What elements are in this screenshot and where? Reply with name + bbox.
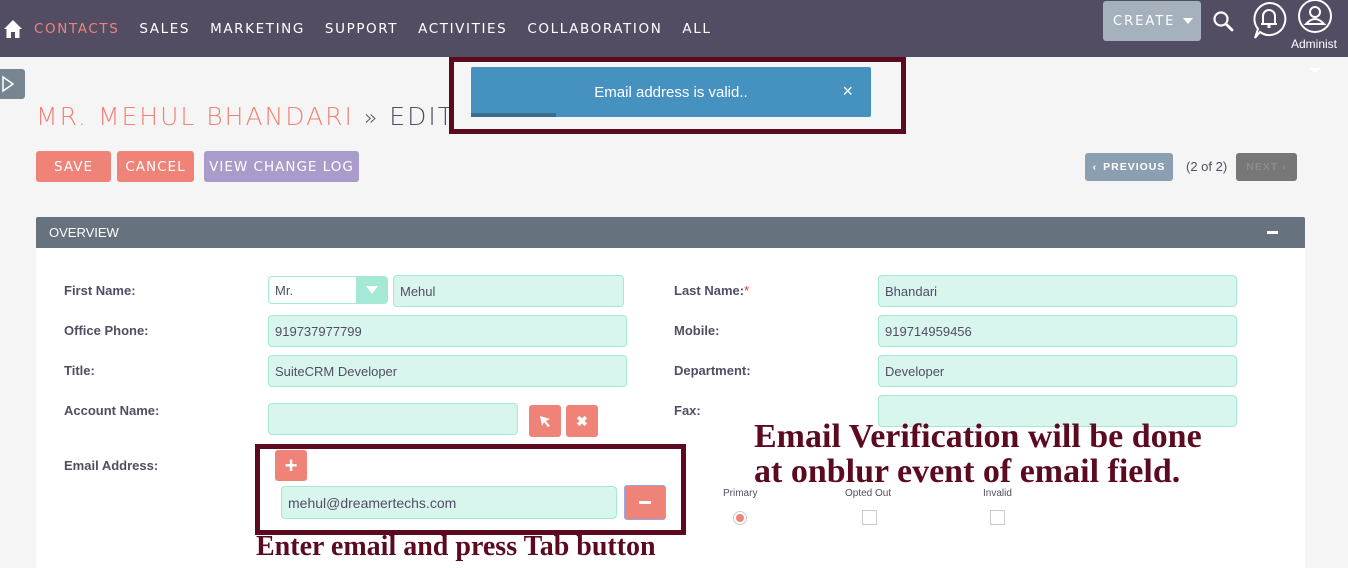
previous-label: PREVIOUS	[1103, 161, 1166, 173]
salutation-select[interactable]: Mr.	[268, 276, 388, 304]
department-value: Developer	[885, 363, 945, 379]
next-label: NEXT	[1246, 161, 1279, 173]
mobile-value: 919714959456	[885, 323, 972, 339]
first-name-input[interactable]: Mehul	[393, 275, 624, 307]
user-icon[interactable]	[1297, 0, 1333, 34]
title-value: SuiteCRM Developer	[275, 363, 398, 379]
account-name-label: Account Name:	[64, 403, 160, 418]
email-highlight-box	[255, 444, 686, 535]
last-name-input[interactable]: Bhandari	[878, 275, 1237, 307]
mobile-input[interactable]: 919714959456	[878, 315, 1237, 347]
cancel-button[interactable]: CANCEL	[117, 151, 194, 182]
title-input[interactable]: SuiteCRM Developer	[268, 355, 627, 387]
office-phone-label: Office Phone:	[64, 323, 149, 338]
primary-label: Primary	[723, 488, 758, 499]
save-button[interactable]: SAVE	[36, 151, 111, 182]
nav-all[interactable]: ALL	[682, 21, 711, 37]
search-icon[interactable]	[1212, 9, 1236, 33]
instruction-note: Enter email and press Tab button	[256, 531, 656, 562]
record-name: MR. MEHUL BHANDARI	[36, 102, 354, 131]
first-name-value: Mehul	[400, 283, 436, 299]
module-menu: CONTACTS SALES MARKETING SUPPORT ACTIVIT…	[34, 21, 731, 37]
toast-message: Email address is valid..	[594, 83, 748, 101]
nav-support[interactable]: SUPPORT	[325, 21, 398, 37]
play-icon	[2, 75, 15, 93]
title-label: Title:	[64, 363, 95, 378]
department-label: Department:	[674, 363, 751, 378]
last-name-label: Last Name:*	[674, 283, 749, 298]
view-change-log-button[interactable]: VIEW CHANGE LOG	[204, 151, 359, 182]
salutation-value: Mr.	[275, 282, 294, 298]
panel-title: OVERVIEW	[49, 225, 119, 240]
invalid-checkbox[interactable]	[990, 510, 1005, 525]
pager-count: (2 of 2)	[1186, 159, 1228, 174]
collapse-icon[interactable]	[1267, 231, 1278, 234]
previous-button[interactable]: ‹ PREVIOUS	[1085, 153, 1173, 181]
nav-contacts[interactable]: CONTACTS	[34, 21, 119, 37]
required-mark: *	[744, 283, 750, 298]
user-menu-caret-icon[interactable]	[1309, 68, 1321, 73]
create-label: CREATE	[1113, 13, 1176, 29]
primary-radio[interactable]	[733, 511, 747, 525]
clear-account-button[interactable]: ✖	[566, 405, 598, 437]
sidebar-toggle[interactable]	[0, 69, 25, 99]
department-input[interactable]: Developer	[878, 355, 1237, 387]
close-icon: ✖	[576, 412, 588, 429]
last-name-label-text: Last Name:	[674, 283, 745, 298]
view-mode: EDIT	[389, 102, 455, 131]
radio-selected-dot	[736, 514, 744, 522]
toast-progress-bar	[471, 113, 556, 117]
home-icon[interactable]	[3, 19, 23, 39]
verification-note-line1: Email Verification will be done	[754, 418, 1202, 455]
next-button: NEXT ›	[1236, 153, 1297, 181]
create-button[interactable]: CREATE	[1103, 1, 1201, 41]
dropdown-arrow-icon	[356, 277, 387, 303]
opted-out-checkbox[interactable]	[862, 510, 877, 525]
close-icon[interactable]: ×	[842, 81, 853, 102]
chevron-left-icon: ‹	[1092, 161, 1098, 173]
top-nav: CONTACTS SALES MARKETING SUPPORT ACTIVIT…	[0, 0, 1348, 57]
office-phone-input[interactable]: 919737977799	[268, 315, 627, 347]
user-name[interactable]: Administ	[1291, 37, 1337, 51]
chevron-down-icon	[1183, 18, 1194, 24]
nav-collaboration[interactable]: COLLABORATION	[527, 21, 662, 37]
bell-icon[interactable]	[1250, 0, 1288, 42]
first-name-label: First Name:	[64, 283, 136, 298]
last-name-value: Bhandari	[885, 283, 938, 299]
nav-marketing[interactable]: MARKETING	[210, 21, 305, 37]
email-address-label: Email Address:	[64, 458, 159, 473]
select-account-button[interactable]	[529, 405, 561, 437]
verification-note: Email Verification will be done at onblu…	[754, 419, 1202, 489]
nav-activities[interactable]: ACTIVITIES	[418, 21, 507, 37]
mobile-label: Mobile:	[674, 323, 720, 338]
overview-panel-header[interactable]: OVERVIEW	[36, 217, 1305, 248]
verification-note-line2: at onblur event of email field.	[754, 453, 1181, 490]
page-title: MR. MEHUL BHANDARI » EDIT	[36, 102, 455, 131]
chevron-right-icon: ›	[1282, 161, 1287, 173]
cursor-arrow-icon	[540, 416, 550, 427]
nav-sales[interactable]: SALES	[139, 21, 190, 37]
office-phone-value: 919737977799	[275, 323, 362, 339]
title-separator: »	[363, 106, 380, 131]
toast-notification: Email address is valid.. ×	[471, 67, 871, 117]
fax-label: Fax:	[674, 403, 701, 418]
account-name-input[interactable]	[268, 403, 518, 435]
